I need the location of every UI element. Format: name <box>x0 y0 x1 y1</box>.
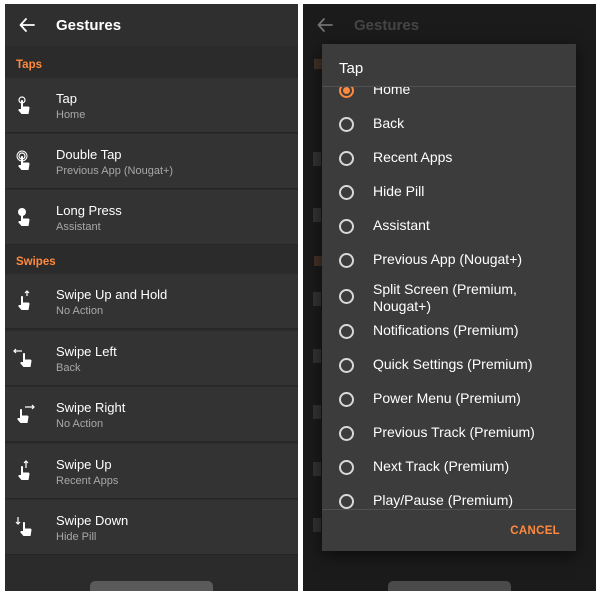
option-previous-track[interactable]: Previous Track (Premium) <box>322 418 576 448</box>
radio-icon[interactable] <box>339 151 354 166</box>
option-home[interactable]: Home <box>322 86 576 105</box>
swipe-down-icon <box>313 518 321 532</box>
option-label: Previous App (Nougat+) <box>373 251 523 267</box>
option-label: Hide Pill <box>373 183 425 199</box>
radio-icon[interactable] <box>339 392 354 407</box>
gesture-title: Swipe Up and Hold <box>56 287 168 302</box>
swipe-right-icon <box>313 405 321 419</box>
page-title: Gestures <box>56 16 122 34</box>
navigation-pill[interactable] <box>90 581 213 591</box>
swipe-up-icon <box>313 462 321 476</box>
gesture-title: Long Press <box>56 203 122 218</box>
gesture-title: Swipe Down <box>56 513 129 528</box>
gesture-row-double-tap[interactable]: Double Tap Previous App (Nougat+) <box>5 134 298 189</box>
app-bar: Gestures <box>303 4 596 46</box>
radio-icon[interactable] <box>339 219 354 234</box>
gesture-action: Back <box>56 362 81 374</box>
gesture-row-swipe-up[interactable]: Swipe Up Recent Apps <box>5 444 298 499</box>
option-label: Next Track (Premium) <box>373 458 510 474</box>
option-label: Power Menu (Premium) <box>373 390 521 406</box>
swipe-up-icon <box>13 460 35 482</box>
radio-icon[interactable] <box>339 460 354 475</box>
swipe-down-icon <box>13 516 35 538</box>
option-previous-app[interactable]: Previous App (Nougat+) <box>322 245 576 275</box>
option-label: Assistant <box>373 217 430 233</box>
option-assistant[interactable]: Assistant <box>322 211 576 241</box>
option-label: Quick Settings (Premium) <box>373 356 533 372</box>
dialog-title: Tap <box>339 60 364 77</box>
radio-icon[interactable] <box>339 185 354 200</box>
radio-icon[interactable] <box>339 289 354 304</box>
option-back[interactable]: Back <box>322 109 576 139</box>
swipe-right-icon <box>13 403 35 425</box>
gesture-row-swipe-up-hold[interactable]: Swipe Up and Hold No Action <box>5 274 298 329</box>
option-notifications[interactable]: Notifications (Premium) <box>322 316 576 346</box>
single-tap-icon <box>13 94 35 116</box>
radio-icon[interactable] <box>339 324 354 339</box>
gesture-action-dialog-screen: Gestures Tap Home Back Recent Apps Hide … <box>303 4 596 591</box>
long-press-icon <box>13 206 35 228</box>
option-label: Back <box>373 115 405 131</box>
gesture-action: No Action <box>56 305 104 317</box>
double-tap-icon <box>313 152 321 166</box>
option-label: Notifications (Premium) <box>373 322 519 338</box>
radio-icon[interactable] <box>339 426 354 441</box>
option-label: Previous Track (Premium) <box>373 424 535 440</box>
gesture-row-long-press[interactable]: Long Press Assistant <box>5 190 298 245</box>
option-label: Recent Apps <box>373 149 453 165</box>
action-picker-dialog: Tap Home Back Recent Apps Hide Pill Assi… <box>322 44 576 551</box>
double-tap-icon <box>13 150 35 172</box>
gesture-row-tap[interactable]: Tap Home <box>5 78 298 133</box>
gesture-row-swipe-left[interactable]: Swipe Left Back <box>5 331 298 386</box>
radio-icon[interactable] <box>339 358 354 373</box>
gesture-title: Swipe Up <box>56 457 112 472</box>
swipe-up-hold-icon <box>313 292 321 306</box>
section-header-swipes: Swipes <box>16 256 56 268</box>
page-title: Gestures <box>354 16 420 34</box>
radio-icon[interactable] <box>339 494 354 509</box>
action-options-list[interactable]: Home Back Recent Apps Hide Pill Assistan… <box>322 86 576 510</box>
cancel-button[interactable]: CANCEL <box>510 525 560 537</box>
option-quick-settings[interactable]: Quick Settings (Premium) <box>322 350 576 380</box>
option-label: Home <box>373 86 411 97</box>
option-label: Play/Pause (Premium) <box>373 492 514 508</box>
swipe-left-icon <box>313 349 321 363</box>
radio-selected-icon[interactable] <box>339 87 354 98</box>
swipe-left-icon <box>13 347 35 369</box>
gesture-title: Swipe Right <box>56 400 126 415</box>
radio-icon[interactable] <box>339 253 354 268</box>
section-header-taps: Taps <box>16 59 42 71</box>
gesture-title: Double Tap <box>56 147 122 162</box>
option-label: Split Screen (Premium, Nougat+) <box>373 281 517 314</box>
gesture-action: Recent Apps <box>56 475 119 487</box>
gesture-row-swipe-down[interactable]: Swipe Down Hide Pill <box>5 500 298 555</box>
gesture-row-swipe-right[interactable]: Swipe Right No Action <box>5 387 298 442</box>
gesture-action: Previous App (Nougat+) <box>56 165 174 177</box>
option-play-pause[interactable]: Play/Pause (Premium) <box>322 486 576 509</box>
gesture-action: Hide Pill <box>56 531 97 543</box>
gesture-title: Tap <box>56 91 77 106</box>
gesture-action: No Action <box>56 418 104 430</box>
option-next-track[interactable]: Next Track (Premium) <box>322 452 576 482</box>
gesture-title: Swipe Left <box>56 344 117 359</box>
option-power-menu[interactable]: Power Menu (Premium) <box>322 384 576 414</box>
radio-icon[interactable] <box>339 117 354 132</box>
section-header-swipes-fragment <box>314 256 322 266</box>
gesture-action: Assistant <box>56 221 101 233</box>
section-header-taps-fragment <box>314 59 322 69</box>
swipe-up-hold-icon <box>13 290 35 312</box>
option-recent-apps[interactable]: Recent Apps <box>322 143 576 173</box>
back-arrow-icon[interactable] <box>17 15 37 35</box>
navigation-pill[interactable] <box>388 581 511 591</box>
app-bar: Gestures <box>5 4 298 46</box>
gesture-action: Home <box>56 109 86 121</box>
option-split-screen[interactable]: Split Screen (Premium, Nougat+) <box>322 279 576 319</box>
long-press-icon <box>313 208 321 222</box>
option-hide-pill[interactable]: Hide Pill <box>322 177 576 207</box>
gestures-screen: Gestures Taps Tap Home Double Tap Previo… <box>5 4 298 591</box>
back-arrow-icon <box>315 15 335 35</box>
